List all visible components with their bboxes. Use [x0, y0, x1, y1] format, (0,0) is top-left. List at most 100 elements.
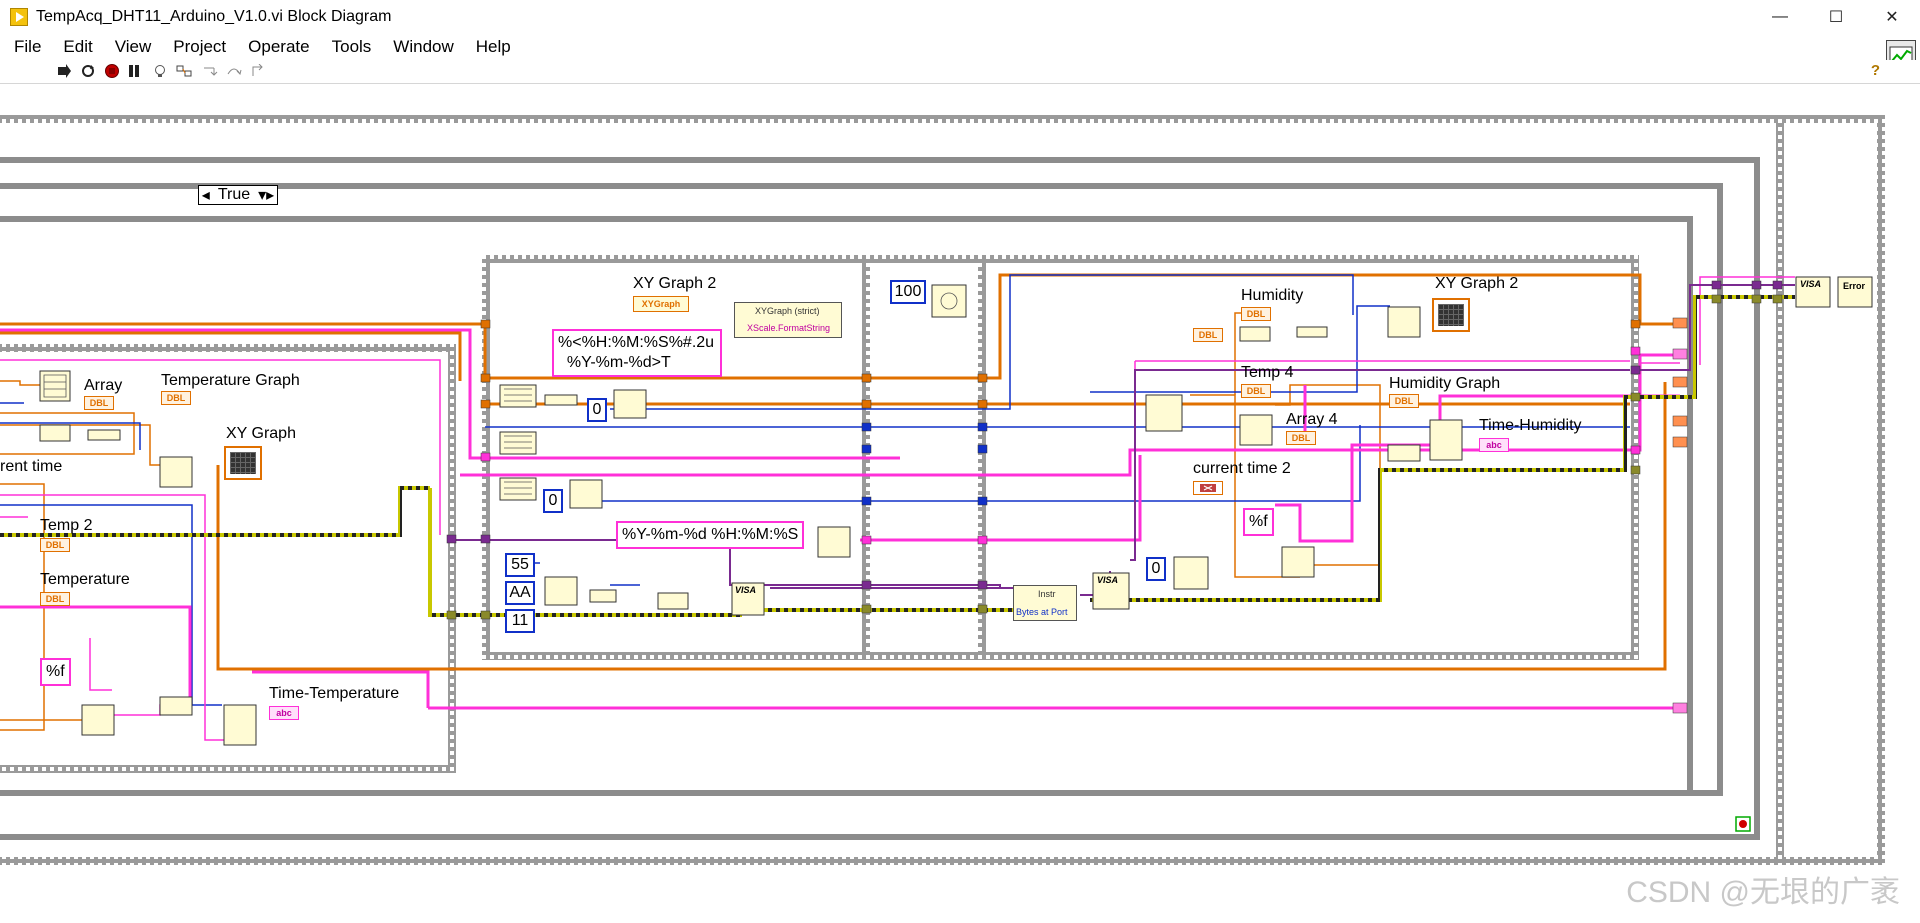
minimize-button[interactable]: — [1752, 0, 1808, 34]
build-array-node-4[interactable] [569, 479, 603, 509]
to-dbl-node-2[interactable] [1296, 326, 1328, 338]
mid-sequence-bottom[interactable] [482, 652, 1639, 660]
build-array-node-3[interactable] [613, 389, 647, 419]
menu-project[interactable]: Project [160, 37, 235, 57]
highlight-execution-icon[interactable] [152, 64, 168, 78]
maximize-button[interactable]: ☐ [1808, 0, 1864, 34]
mid-sequence-right[interactable] [1631, 255, 1639, 660]
shift-register [1672, 348, 1688, 360]
humidity-graph-indicator[interactable]: DBL [1389, 394, 1419, 408]
pink-thin-9 [1699, 276, 1760, 365]
dbl-constant[interactable]: DBL [1193, 328, 1223, 342]
bundle-node-3[interactable] [1387, 306, 1421, 338]
pause-icon[interactable] [126, 64, 142, 78]
step-over-icon[interactable] [226, 64, 242, 78]
format-into-string-node-2[interactable] [1281, 546, 1315, 578]
zero-constant-c[interactable]: 0 [1146, 557, 1166, 581]
format-datetime-node[interactable] [817, 526, 851, 558]
step-into-icon[interactable] [202, 64, 218, 78]
array-indicator[interactable]: DBL [84, 396, 114, 410]
xy-graph-2-terminal[interactable] [1432, 298, 1470, 332]
wait-100-constant[interactable]: 100 [890, 280, 926, 304]
byte-55-constant[interactable]: 55 [505, 553, 535, 577]
temperature-indicator[interactable]: DBL [40, 592, 70, 606]
tunnel [1630, 319, 1641, 329]
tunnel [1751, 294, 1762, 304]
byte-array-node[interactable] [589, 589, 617, 603]
menu-file[interactable]: File [0, 37, 50, 57]
xy-graph-terminal[interactable] [224, 446, 262, 480]
temperature-graph-indicator[interactable]: DBL [161, 391, 191, 405]
retain-wire-values-icon[interactable] [176, 64, 192, 78]
abort-icon[interactable] [104, 64, 120, 78]
xygraph-reference[interactable]: XYGraph [633, 296, 689, 312]
context-help-button[interactable]: ? [1871, 62, 1880, 79]
build-array-node-6[interactable] [1239, 326, 1271, 342]
array-node-a[interactable] [499, 384, 537, 408]
run-continuously-icon[interactable] [80, 64, 96, 78]
outer-sequence-top-frame[interactable] [0, 115, 1885, 123]
sequence-divider[interactable] [1776, 115, 1784, 865]
xygraph-property-node[interactable]: XYGraph (strict) XScale.FormatString [734, 302, 842, 338]
temp-4-indicator[interactable]: DBL [1241, 384, 1271, 398]
format-f-right-constant[interactable]: %f [1243, 508, 1274, 536]
tunnel [977, 444, 988, 454]
tunnel [977, 422, 988, 432]
zero-constant-a[interactable]: 0 [587, 398, 607, 422]
step-out-icon[interactable] [250, 64, 266, 78]
humidity-indicator[interactable]: DBL [1241, 307, 1271, 321]
array-subset-node[interactable] [39, 424, 71, 442]
visa-property-node[interactable]: Instr Bytes at Port [1013, 585, 1077, 621]
left-sequence-top[interactable] [0, 344, 456, 352]
bundle-node[interactable] [159, 456, 193, 488]
build-array-node-8[interactable] [1387, 444, 1421, 462]
mid-sequence-top[interactable] [482, 255, 1639, 263]
current-time-2-indicator[interactable] [1193, 481, 1223, 495]
menu-tools[interactable]: Tools [319, 37, 381, 57]
menu-operate[interactable]: Operate [235, 37, 318, 57]
time-format-string-constant[interactable]: %<%H:%M:%S%#.2u %Y-%m-%d>T [552, 329, 722, 377]
index-node-a[interactable] [544, 394, 578, 406]
bundle-node-4[interactable] [1429, 419, 1463, 461]
tunnel [1630, 365, 1641, 375]
byte-aa-constant[interactable]: AA [505, 581, 535, 605]
close-button[interactable]: ✕ [1864, 0, 1920, 34]
zero-constant-b[interactable]: 0 [543, 489, 563, 513]
tunnel [480, 452, 491, 462]
bundle-node-2[interactable] [223, 704, 257, 746]
label-temperature: Temperature [40, 571, 130, 588]
format-f-left-constant[interactable]: %f [40, 658, 71, 686]
frame-divider-2[interactable] [978, 255, 986, 660]
time-humidity-indicator[interactable]: abc [1479, 438, 1509, 452]
left-sequence-bottom[interactable] [0, 765, 456, 773]
pink-thin-2 [0, 494, 230, 741]
build-array-node-7[interactable] [1239, 414, 1273, 446]
array-node-c[interactable] [499, 477, 537, 501]
menu-window[interactable]: Window [380, 37, 462, 57]
scan-string-node[interactable] [1173, 556, 1209, 590]
array-4-indicator[interactable]: DBL [1286, 431, 1316, 445]
concat-node[interactable] [657, 592, 689, 610]
wait-ms-node[interactable] [931, 284, 967, 318]
menu-edit[interactable]: Edit [50, 37, 101, 57]
sequence-right-frame[interactable] [1877, 115, 1885, 865]
get-datetime-node[interactable] [1145, 394, 1183, 432]
block-diagram[interactable]: ◂ True ▾▸ XY Graph 2 XY Graph 2 Array Te… [0, 85, 1920, 923]
build-array-node-2[interactable] [159, 696, 193, 716]
tunnel [1711, 294, 1722, 304]
temp-2-indicator[interactable]: DBL [40, 538, 70, 552]
outer-sequence-bottom-frame[interactable] [0, 857, 1885, 865]
format-into-string-node[interactable] [81, 704, 115, 736]
byte-11-constant[interactable]: 11 [505, 609, 535, 633]
case-selector[interactable]: ◂ True ▾▸ [198, 185, 278, 205]
datetime-format-string-constant[interactable]: %Y-%m-%d %H:%M:%S [616, 521, 805, 549]
time-temperature-indicator[interactable]: abc [269, 706, 299, 720]
to-dbl-node[interactable] [87, 429, 121, 441]
menu-help[interactable]: Help [463, 37, 520, 57]
build-array-node-5[interactable] [544, 576, 578, 606]
array-node-b[interactable] [499, 431, 537, 455]
build-array-node[interactable] [39, 370, 71, 402]
run-icon[interactable] [56, 64, 72, 78]
labview-vi-icon [10, 8, 28, 26]
menu-view[interactable]: View [102, 37, 161, 57]
